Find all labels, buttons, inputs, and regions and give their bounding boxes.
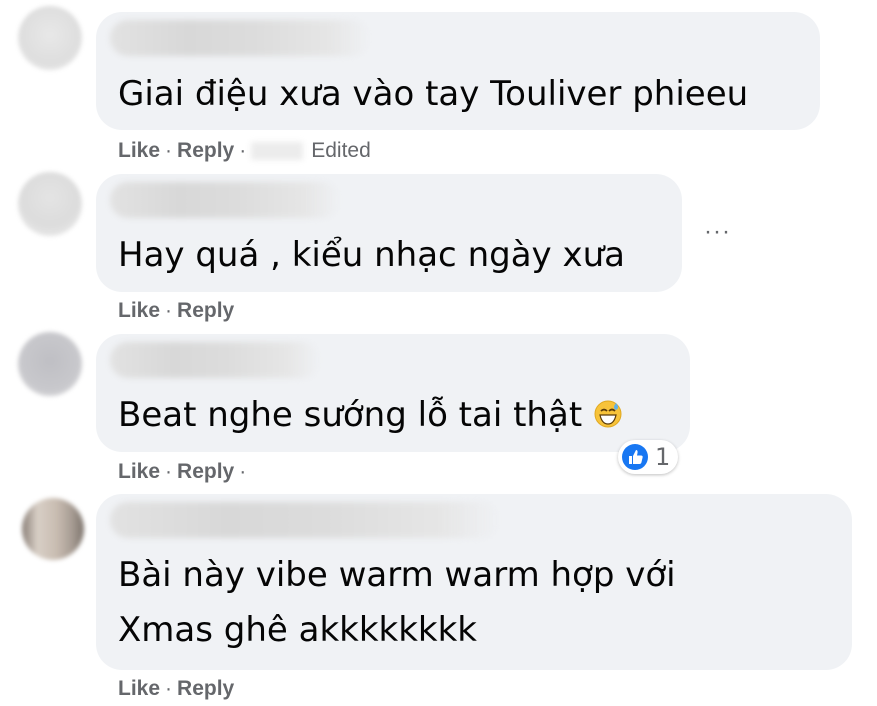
avatar[interactable]	[18, 172, 82, 236]
more-options-icon[interactable]: ···	[704, 218, 731, 246]
author-name-blurred[interactable]	[110, 502, 500, 538]
separator: ·	[239, 460, 247, 483]
comment-text-line: Xmas ghê akkkkkkkk	[118, 610, 477, 650]
author-name-blurred[interactable]	[110, 342, 320, 378]
comment-text-line: Bài này vibe warm warm hợp với	[118, 555, 676, 595]
timestamp-blurred[interactable]	[251, 142, 304, 161]
like-action[interactable]: Like	[118, 299, 160, 322]
comment-thread: Giai điệu xưa vào tay Touliver phieeu Li…	[0, 0, 877, 706]
comment-text: Hay quá , kiểu nhạc ngày xưa	[118, 228, 625, 283]
comment-actions: Like · Reply ·	[118, 460, 251, 484]
avatar[interactable]	[18, 332, 82, 396]
reply-action[interactable]: Reply	[177, 677, 234, 700]
grinning-sweat-emoji	[593, 391, 623, 428]
comment-actions: Like · Reply	[118, 299, 234, 323]
edited-label: Edited	[311, 139, 371, 162]
comment-bubble: Bài này vibe warm warm hợp với Xmas ghê …	[96, 494, 852, 670]
comment-actions: Like · Reply	[118, 677, 234, 701]
separator: ·	[239, 139, 247, 162]
author-name-blurred[interactable]	[110, 182, 340, 218]
avatar[interactable]	[18, 6, 82, 70]
separator: ·	[165, 460, 173, 483]
like-action[interactable]: Like	[118, 460, 160, 483]
like-action[interactable]: Like	[118, 677, 160, 700]
comment-bubble: Beat nghe sướng lỗ tai thật	[96, 334, 690, 452]
comment-bubble: Giai điệu xưa vào tay Touliver phieeu	[96, 12, 820, 130]
separator: ·	[165, 139, 173, 162]
comment-text: Bài này vibe warm warm hợp với Xmas ghê …	[118, 548, 676, 658]
comment-text: Giai điệu xưa vào tay Touliver phieeu	[118, 67, 748, 122]
author-name-blurred[interactable]	[110, 20, 370, 56]
comment-text-line: Giai điệu xưa vào tay Touliver phieeu	[118, 74, 749, 114]
reply-action[interactable]: Reply	[177, 139, 234, 162]
reaction-count: 1	[655, 443, 671, 471]
comment-bubble: Hay quá , kiểu nhạc ngày xưa	[96, 174, 682, 292]
like-action[interactable]: Like	[118, 139, 160, 162]
separator: ·	[165, 677, 173, 700]
like-thumb-icon	[621, 443, 649, 471]
comment-actions: Like · Reply · Edited	[118, 139, 371, 163]
comment-text: Beat nghe sướng lỗ tai thật	[118, 388, 623, 443]
separator: ·	[165, 299, 173, 322]
reply-action[interactable]: Reply	[177, 299, 234, 322]
comment-text-line: Beat nghe sướng lỗ tai thật	[118, 395, 583, 435]
reaction-count-badge[interactable]: 1	[618, 440, 679, 474]
avatar[interactable]	[22, 498, 84, 560]
reply-action[interactable]: Reply	[177, 460, 234, 483]
comment-text-line: Hay quá , kiểu nhạc ngày xưa	[118, 235, 625, 275]
